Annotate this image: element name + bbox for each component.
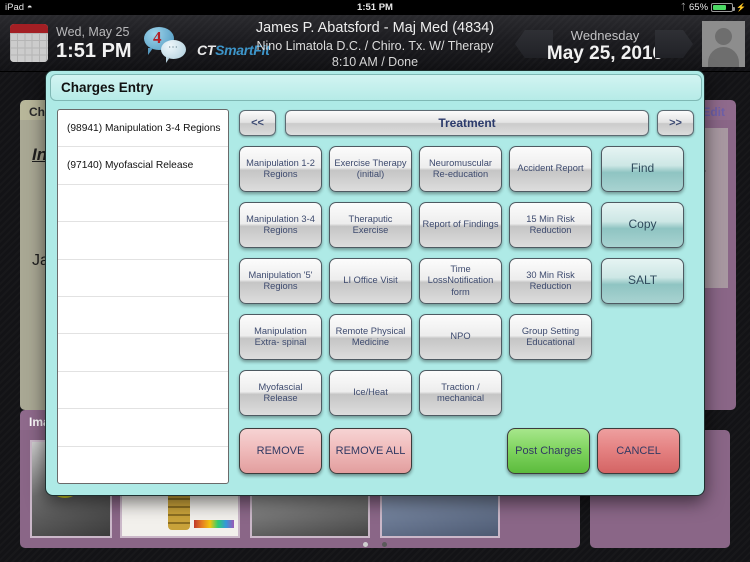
charge-code-button[interactable]: Traction / mechanical — [419, 370, 502, 416]
charge-code-button[interactable]: Manipulation Extra- spinal — [239, 314, 322, 360]
selected-charges-list[interactable]: (98941) Manipulation 3-4 Regions (97140) … — [57, 109, 229, 484]
charge-code-button[interactable]: Manipulation 1-2 Regions — [239, 146, 322, 192]
header-full-date: May 25, 2016 — [546, 43, 664, 64]
page-dot-active[interactable] — [362, 542, 368, 547]
user-avatar-icon[interactable] — [702, 21, 745, 67]
charge-code-button[interactable]: Exercise Therapy (initial) — [329, 146, 412, 192]
charge-code-button[interactable]: LI Office Visit — [329, 258, 412, 304]
current-category-label[interactable]: Treatment — [285, 110, 649, 136]
charge-code-button[interactable]: Time LossNotification form — [419, 258, 502, 304]
charge-code-button[interactable]: Myofascial Release — [239, 370, 322, 416]
charge-code-button[interactable]: Copy — [601, 202, 684, 248]
charge-list-row[interactable] — [58, 372, 228, 410]
charge-list-row[interactable] — [58, 447, 228, 483]
charge-code-button[interactable]: Neuromuscular Re-education — [419, 146, 502, 192]
charges-entry-dialog: Charges Entry (98941) Manipulation 3-4 R… — [45, 70, 705, 496]
charge-list-row[interactable] — [58, 185, 228, 223]
charge-code-button[interactable]: 30 Min Risk Reduction — [509, 258, 592, 304]
charge-code-button[interactable]: Manipulation 3-4 Regions — [239, 202, 322, 248]
status-right: ᛏ 65% ⚡ — [681, 0, 746, 15]
ios-status-bar: iPad ◓ 1:51 PM ᛏ 65% ⚡ — [0, 0, 750, 15]
next-category-button[interactable]: >> — [657, 110, 694, 136]
charge-code-button[interactable]: Ice/Heat — [329, 370, 412, 416]
post-charges-button[interactable]: Post Charges — [507, 428, 590, 474]
app-header: Wed, May 25 1:51 PM 4 ⋯ CTSmartFit James… — [0, 15, 750, 72]
ipad-screen: iPad ◓ 1:51 PM ᛏ 65% ⚡ Wed, May 25 1:51 … — [0, 0, 750, 562]
previous-category-button[interactable]: << — [239, 110, 276, 136]
cancel-button[interactable]: CANCEL — [597, 428, 680, 474]
status-clock: 1:51 PM — [357, 2, 393, 13]
charge-code-button[interactable]: 15 Min Risk Reduction — [509, 202, 592, 248]
charge-list-row[interactable] — [58, 409, 228, 447]
charge-list-row[interactable] — [58, 260, 228, 297]
remove-button[interactable]: REMOVE — [239, 428, 322, 474]
charge-list-row[interactable]: (98941) Manipulation 3-4 Regions — [58, 110, 228, 148]
charge-code-button[interactable]: NPO — [419, 314, 502, 360]
charge-code-button[interactable]: Report of Findings — [419, 202, 502, 248]
charge-list-row[interactable] — [58, 222, 228, 260]
charge-code-button[interactable]: Group Setting Educational — [509, 314, 592, 360]
charge-code-button[interactable]: Find — [601, 146, 684, 192]
bluetooth-icon: ᛏ — [680, 2, 687, 12]
charge-list-row[interactable] — [58, 334, 228, 372]
battery-percent-label: 65% — [689, 2, 709, 13]
remove-all-button[interactable]: REMOVE ALL — [329, 428, 412, 474]
page-indicator-dots[interactable] — [0, 534, 750, 552]
page-dot-inactive[interactable] — [382, 542, 388, 547]
dialog-title: Charges Entry — [61, 80, 154, 95]
charge-code-button-grid: Manipulation 1-2 Regions Exercise Therapy… — [239, 146, 701, 421]
category-pager: << Treatment >> — [239, 110, 694, 138]
charge-code-button[interactable]: Manipulation '5' Regions — [239, 258, 322, 304]
charge-code-button[interactable]: Theraputic Exercise — [329, 202, 412, 248]
charge-code-button[interactable]: SALT — [601, 258, 684, 304]
charge-code-button[interactable]: Accident Report — [509, 146, 592, 192]
dialog-titlebar: Charges Entry — [50, 74, 702, 101]
charge-list-row[interactable]: (97140) Myofascial Release — [58, 147, 228, 185]
header-day-name: Wednesday — [570, 28, 640, 43]
charge-list-row[interactable] — [58, 297, 228, 335]
battery-icon — [711, 3, 736, 12]
charging-bolt-icon: ⚡ — [736, 3, 746, 12]
charge-code-button[interactable]: Remote Physical Medicine — [329, 314, 412, 360]
